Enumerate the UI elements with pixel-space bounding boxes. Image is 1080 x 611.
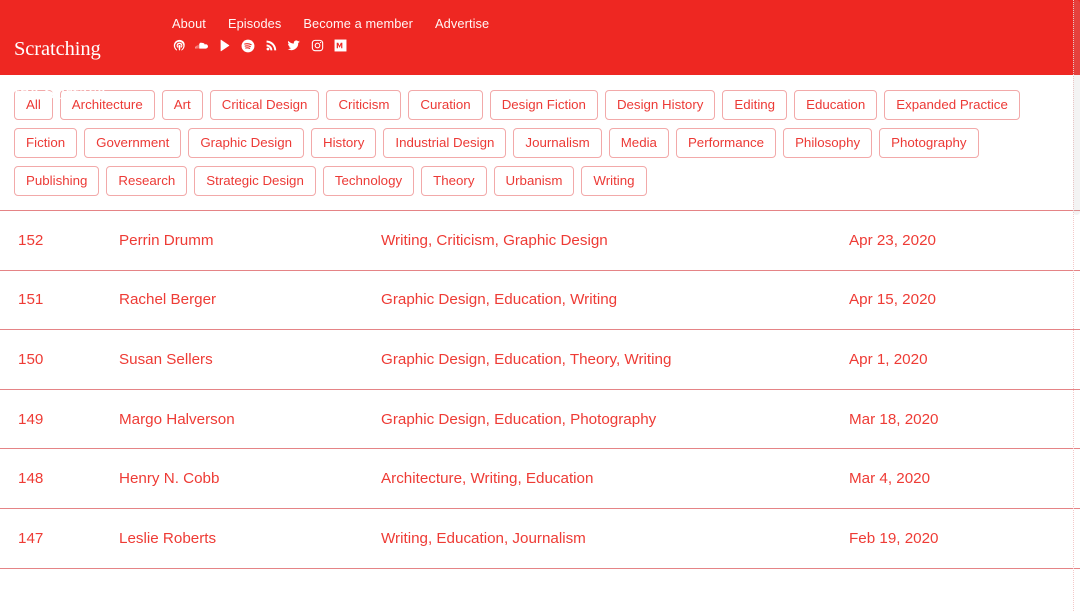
tag-row-2: Fiction Government Graphic Design Histor… [14,128,1066,158]
tag-strategic-design[interactable]: Strategic Design [194,166,316,196]
tag-research[interactable]: Research [106,166,188,196]
episode-tags: Graphic Design, Education, Theory, Writi… [381,350,672,368]
tag-design-history[interactable]: Design History [604,90,716,120]
tag-philosophy[interactable]: Philosophy [783,128,873,158]
table-row[interactable]: 152 Perrin Drumm Writing, Criticism, Gra… [0,211,1080,271]
episode-number: 148 [18,470,44,488]
episode-date: Apr 15, 2020 [849,291,936,309]
tag-journalism[interactable]: Journalism [513,128,602,158]
site-logo[interactable]: Scratching the Surface [14,17,144,105]
episode-number: 149 [18,410,44,428]
table-row[interactable]: 147 Leslie Roberts Writing, Education, J… [0,509,1080,569]
tag-art[interactable]: Art [161,90,203,120]
tag-industrial-design[interactable]: Industrial Design [383,128,507,158]
nav-item-episodes[interactable]: Episodes [228,17,281,31]
tag-photography[interactable]: Photography [879,128,979,158]
episode-guest: Leslie Roberts [119,529,217,547]
episode-guest: Susan Sellers [119,350,213,368]
rss-icon[interactable] [264,39,278,53]
apple-podcasts-icon[interactable] [172,39,186,53]
episode-list: 152 Perrin Drumm Writing, Criticism, Gra… [0,211,1080,569]
tag-writing[interactable]: Writing [581,166,647,196]
table-row[interactable]: 150 Susan Sellers Graphic Design, Educat… [0,330,1080,390]
tag-criticism[interactable]: Criticism [326,90,402,120]
header-right: About Episodes Become a member Advertise [172,17,489,54]
tag-performance[interactable]: Performance [675,128,777,158]
episode-number: 151 [18,291,44,309]
tag-technology[interactable]: Technology [322,166,415,196]
episode-tags: Architecture, Writing, Education [381,470,594,488]
nav-item-become-a-member[interactable]: Become a member [303,17,413,31]
episode-guest: Rachel Berger [119,291,217,309]
tag-fiction[interactable]: Fiction [14,128,78,158]
table-row[interactable]: 149 Margo Halverson Graphic Design, Educ… [0,390,1080,450]
episode-guest: Henry N. Cobb [119,470,220,488]
episode-date: Mar 4, 2020 [849,470,931,488]
tag-row-1: All Architecture Art Critical Design Cri… [14,90,1066,120]
logo-line-2: the Surface [14,81,106,104]
episode-tags: Writing, Criticism, Graphic Design [381,231,608,249]
tag-filters: All Architecture Art Critical Design Cri… [0,75,1080,211]
episode-date: Mar 18, 2020 [849,410,939,428]
tag-media[interactable]: Media [608,128,669,158]
page: Scratching the Surface About Episodes Be… [0,0,1080,611]
tag-design-fiction[interactable]: Design Fiction [489,90,598,120]
episode-guest: Margo Halverson [119,410,235,428]
episode-guest: Perrin Drumm [119,231,214,249]
episode-number: 152 [18,231,44,249]
tag-urbanism[interactable]: Urbanism [493,166,575,196]
tag-theory[interactable]: Theory [421,166,487,196]
tag-editing[interactable]: Editing [722,90,788,120]
episode-tags: Writing, Education, Journalism [381,529,586,547]
tag-education[interactable]: Education [794,90,878,120]
episode-number: 147 [18,529,44,547]
table-row[interactable]: 151 Rachel Berger Graphic Design, Educat… [0,271,1080,331]
site-header: Scratching the Surface About Episodes Be… [0,0,1080,104]
tag-government[interactable]: Government [84,128,182,158]
google-play-icon[interactable] [218,39,232,53]
episode-tags: Graphic Design, Education, Writing [381,291,618,309]
spotify-icon[interactable] [241,39,255,53]
table-row[interactable]: 148 Henry N. Cobb Architecture, Writing,… [0,449,1080,509]
tag-graphic-design[interactable]: Graphic Design [188,128,304,158]
episode-number: 150 [18,350,44,368]
logo-line-1: Scratching [14,37,101,60]
primary-nav: About Episodes Become a member Advertise [172,17,489,31]
episode-date: Apr 23, 2020 [849,231,936,249]
tag-expanded-practice[interactable]: Expanded Practice [884,90,1020,120]
tag-curation[interactable]: Curation [408,90,483,120]
vertical-scrollbar-thumb[interactable] [1073,0,1080,215]
episode-date: Apr 1, 2020 [849,350,928,368]
tag-row-3: Publishing Research Strategic Design Tec… [14,166,1066,196]
tag-publishing[interactable]: Publishing [14,166,100,196]
vertical-scrollbar-track[interactable] [1073,0,1080,611]
episode-tags: Graphic Design, Education, Photography [381,410,657,428]
social-links [172,38,489,54]
twitter-icon[interactable] [287,39,301,53]
instagram-icon[interactable] [310,39,324,53]
episode-date: Feb 19, 2020 [849,529,939,547]
nav-item-advertise[interactable]: Advertise [435,17,489,31]
soundcloud-icon[interactable] [195,39,209,53]
tag-history[interactable]: History [311,128,377,158]
nav-item-about[interactable]: About [172,17,206,31]
tag-critical-design[interactable]: Critical Design [209,90,320,120]
medium-icon[interactable] [333,39,347,53]
